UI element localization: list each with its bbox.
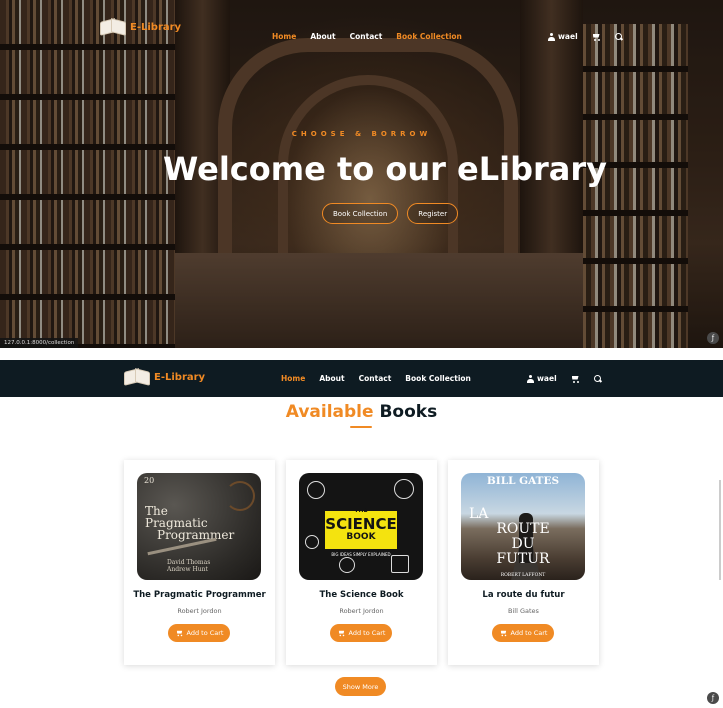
nav-contact[interactable]: Contact [350,32,383,41]
add-to-cart-button[interactable]: Add to Cart [492,624,554,642]
user-menu[interactable]: wael [527,374,557,383]
nav-about[interactable]: About [310,32,335,41]
hero-headline: Welcome to our eLibrary [162,150,608,188]
nav-home[interactable]: Home [281,374,305,383]
user-icon [548,32,555,41]
cart-icon [499,630,506,637]
add-to-cart-button[interactable]: Add to Cart [330,624,392,642]
book-title[interactable]: La route du futur [448,590,599,600]
scrollbar[interactable] [719,480,721,580]
book-author: Robert Jordon [177,607,222,615]
cover-title-line: DU [511,536,535,552]
nav-contact[interactable]: Contact [359,374,392,383]
book-author: Robert Jordon [339,607,384,615]
cover-doodle [391,555,409,573]
book-card[interactable]: BILL GATES LA ROUTE DU FUTUR ROBERT LAFF… [448,460,599,665]
book-title[interactable]: The Pragmatic Programmer [124,590,275,600]
section-gap [0,348,723,360]
hero-buttons: Book Collection Register [322,203,459,224]
book-cover[interactable]: 20 The Pragmatic Programmer David Thomas… [137,473,261,580]
section-title: Available Books [0,402,723,422]
nav-about[interactable]: About [319,374,344,383]
logo-book-icon [100,20,126,34]
book-collection-button[interactable]: Book Collection [322,203,399,224]
cover-title: The Pragmatic Programmer [145,505,234,541]
cover-author: BILL GATES [486,475,560,487]
cart-icon [337,630,344,637]
cart-icon[interactable] [571,375,580,383]
cover-doodle [307,481,325,499]
cover-sub-text: BOOK [346,532,376,542]
section-title-highlight: Available [285,402,374,422]
add-to-cart-label: Add to Cart [510,629,548,637]
cover-doodle [394,479,414,499]
book-author: Bill Gates [508,607,539,615]
cover-main-text: SCIENCE [325,515,397,533]
book-card[interactable]: THE SCIENCE BOOK BIG IDEAS SIMPLY EXPLAI… [286,460,437,665]
cover-publisher: ROBERT LAFFONT [500,573,546,578]
cart-icon [175,630,182,637]
cover-title-line: LA [469,506,489,522]
title-underline [350,426,372,428]
hero-tagline: CHOOSE & BORROW [291,130,432,138]
cover-title-line: Programmer [157,528,235,542]
add-to-cart-label: Add to Cart [186,629,224,637]
add-to-cart-button[interactable]: Add to Cart [168,624,230,642]
brand-logo[interactable]: E-Library [124,370,205,384]
user-menu[interactable]: wael [548,32,578,41]
register-button[interactable]: Register [407,203,459,224]
main-menu: Home About Contact Book Collection [281,374,471,383]
cover-title-line: FUTUR [496,551,550,567]
book-card[interactable]: 20 The Pragmatic Programmer David Thomas… [124,460,275,665]
book-cover[interactable]: THE SCIENCE BOOK BIG IDEAS SIMPLY EXPLAI… [299,473,423,580]
nav-book-collection[interactable]: Book Collection [405,374,471,383]
cart-icon[interactable] [592,33,601,41]
logo-book-icon [124,370,150,384]
book-cover[interactable]: BILL GATES LA ROUTE DU FUTUR ROBERT LAFF… [461,473,585,580]
search-icon[interactable] [614,32,623,41]
status-bar-url: 127.0.0.1:8000/collection [0,338,79,348]
cover-title: LA ROUTE DU FUTUR [461,507,585,567]
brand-logo[interactable]: E-Library [100,20,181,34]
main-menu: Home About Contact Book Collection [272,32,462,41]
cover-doodle [339,557,355,573]
search-icon[interactable] [593,374,602,383]
navbar: E-Library Home About Contact Book Collec… [0,360,723,397]
cover-authors: David Thomas Andrew Hunt [167,559,210,573]
show-more-button[interactable]: Show More [335,677,386,696]
debug-toolbar-icon[interactable]: ƒ [707,692,719,704]
brand-name: E-Library [130,21,182,33]
book-title[interactable]: The Science Book [286,590,437,600]
section-title-rest: Books [373,402,438,422]
nav-book-collection[interactable]: Book Collection [396,32,462,41]
cover-top-text: THE [354,507,368,514]
book-cards: 20 The Pragmatic Programmer David Thomas… [124,460,599,665]
books-page: E-Library Home About Contact Book Collec… [0,360,723,708]
hero-section: E-Library Home About Contact Book Collec… [0,0,723,348]
debug-toolbar-icon[interactable]: ƒ [707,332,719,344]
cover-tagline: BIG IDEAS SIMPLY EXPLAINED [331,552,391,557]
nav-right: wael [527,374,602,383]
brand-name: E-Library [154,371,206,383]
cover-number: 20 [144,476,155,485]
user-icon [527,374,534,383]
user-name: wael [537,374,557,383]
nav-home[interactable]: Home [272,32,296,41]
cover-author-line: David Thomas [167,559,211,566]
cover-title-line: ROUTE [496,521,550,537]
hero-navbar: E-Library Home About Contact Book Collec… [0,8,723,48]
cover-author-line: Andrew Hunt [167,566,208,573]
nav-right: wael [548,32,623,41]
add-to-cart-label: Add to Cart [348,629,386,637]
user-name: wael [558,32,578,41]
